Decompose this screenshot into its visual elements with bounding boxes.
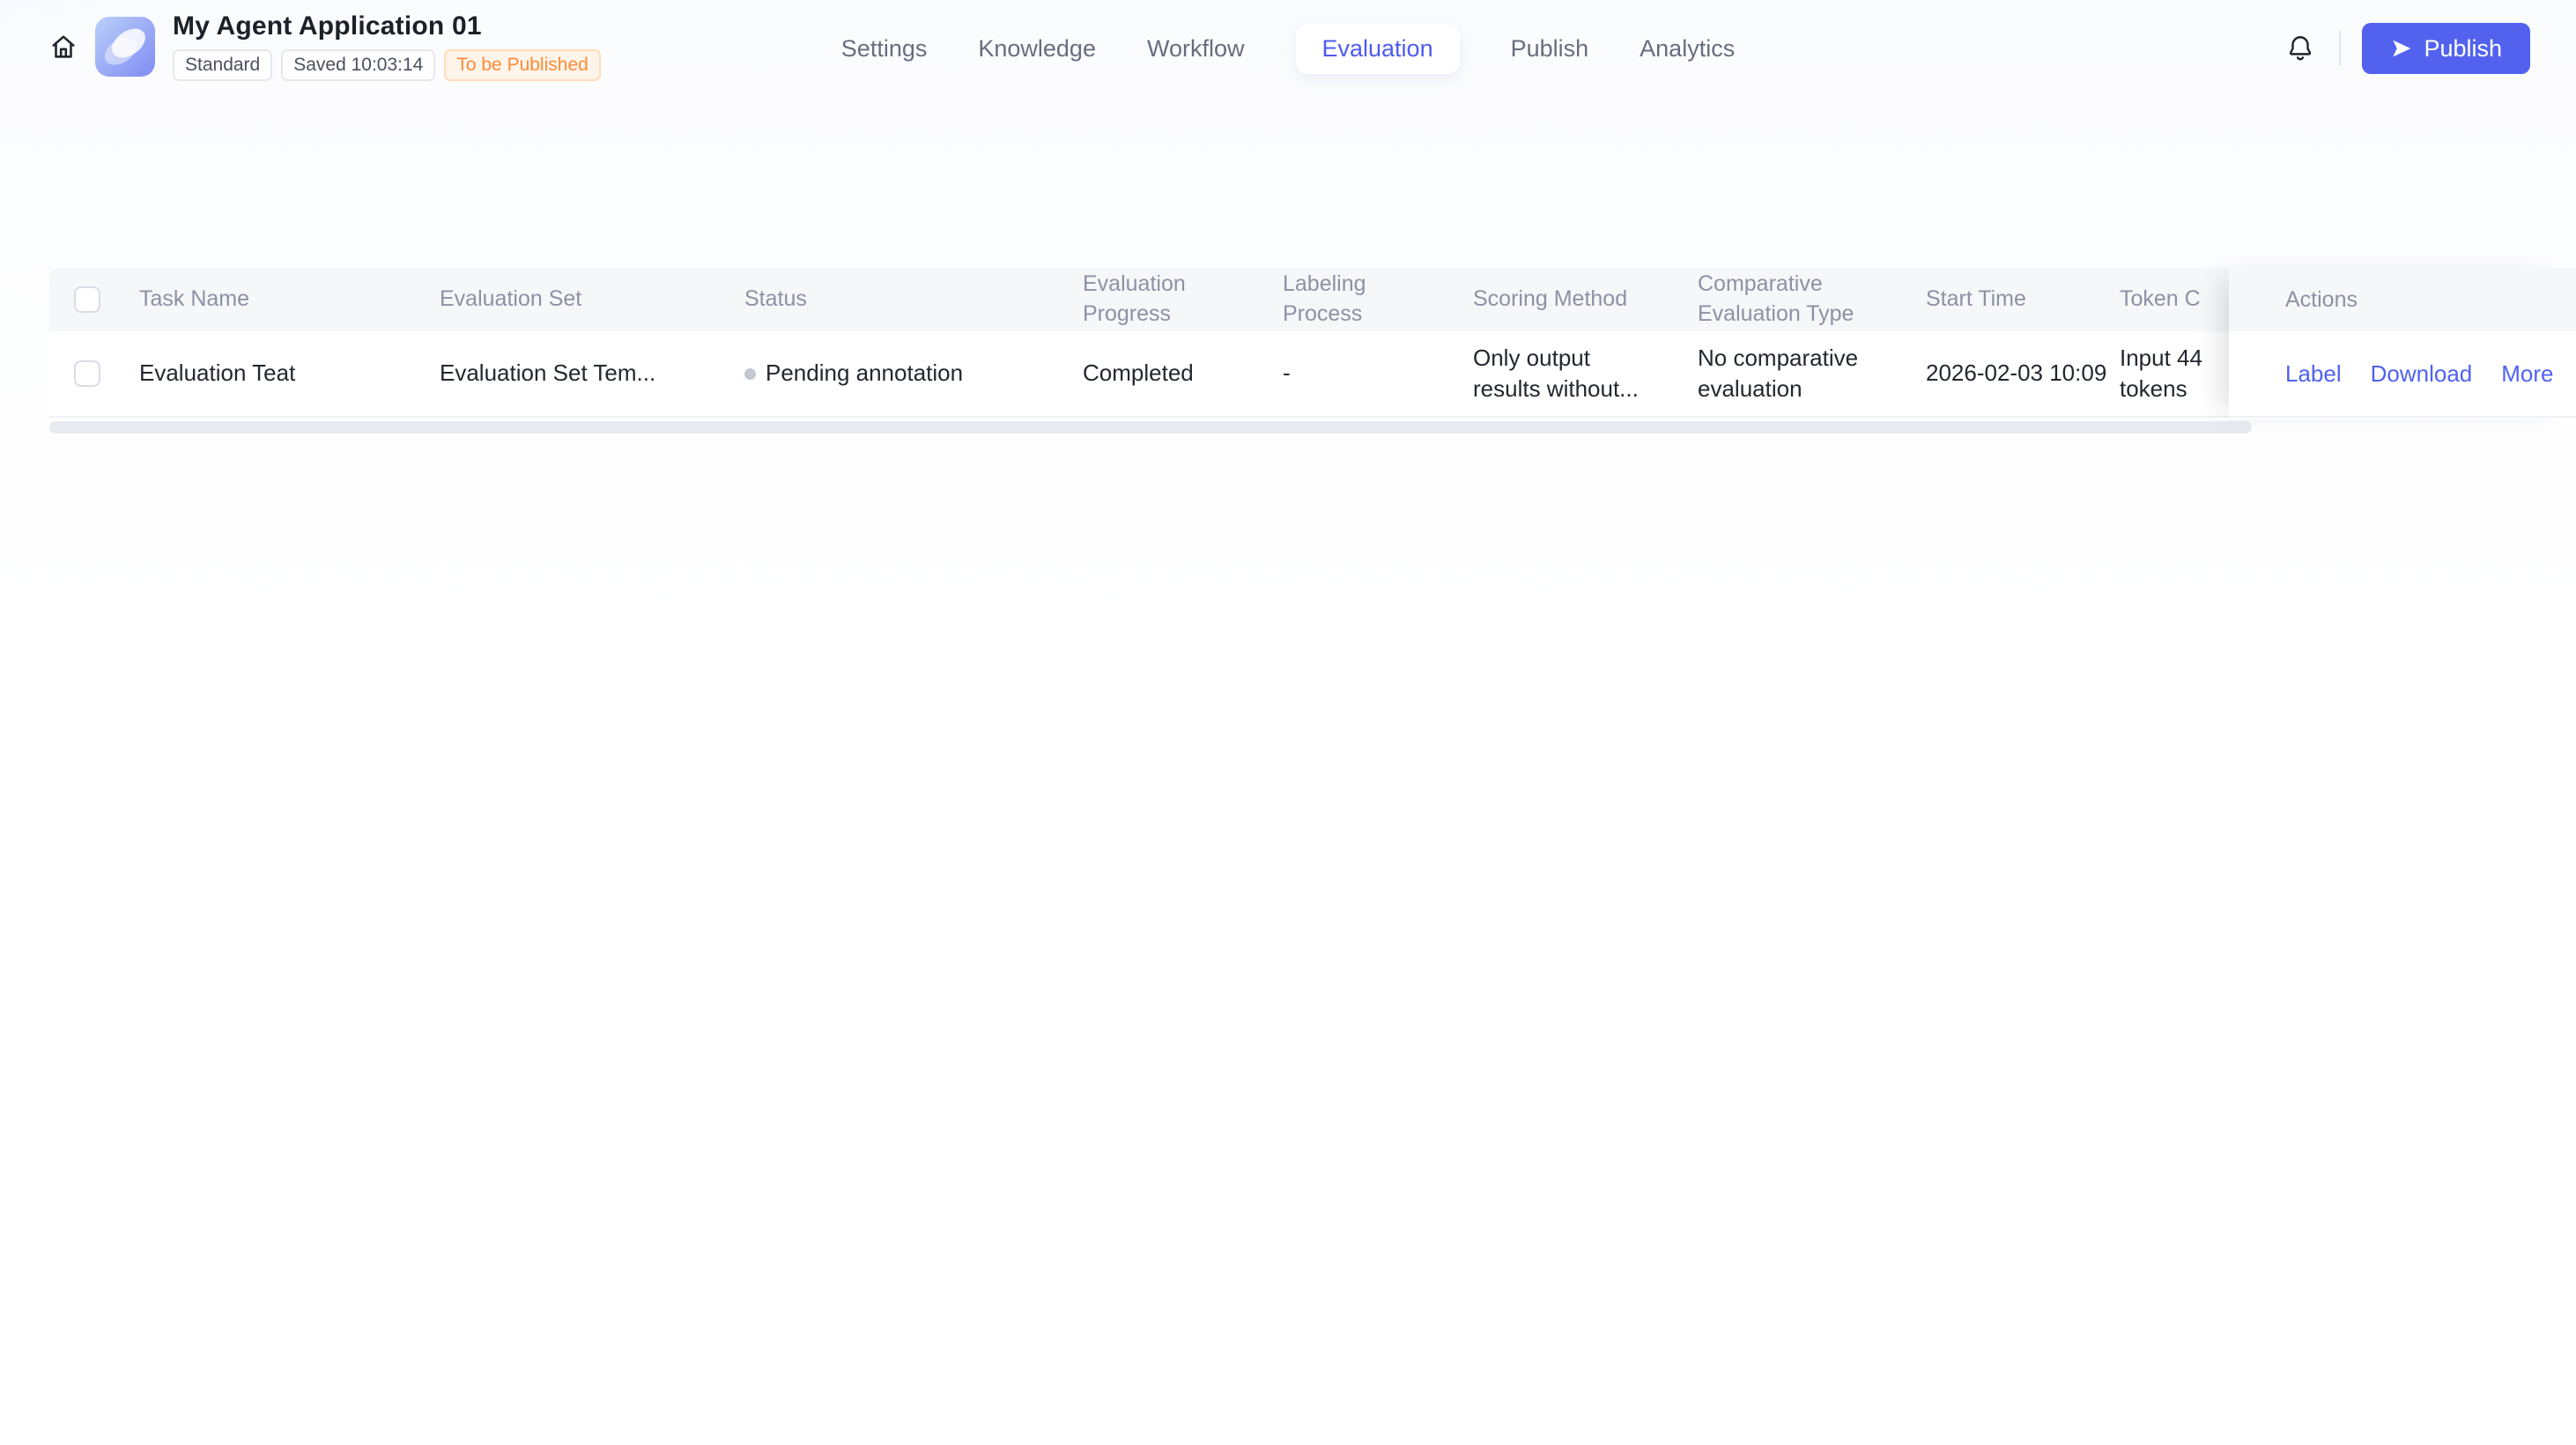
comparative-evaluation-text: No comparative evaluation: [1698, 344, 1859, 402]
cell-evaluation-set: Evaluation Set Tem...: [440, 359, 656, 387]
app-title: My Agent Application 01: [173, 11, 482, 41]
status-text: Pending annotation: [766, 359, 964, 387]
col-evaluation-set: Evaluation Set: [440, 286, 582, 312]
nav-tab-knowledge[interactable]: Knowledge: [978, 35, 1096, 63]
cell-status: Pending annotation: [744, 358, 1083, 389]
nav-tab-workflow[interactable]: Workflow: [1147, 35, 1245, 63]
notification-bell-icon[interactable]: [2283, 31, 2318, 66]
cell-start-time: 2026-02-03 10:09: [1926, 359, 2107, 387]
app-root: My Agent Application 01 Standard Saved 1…: [0, 0, 2576, 1445]
cell-labeling-process: -: [1283, 359, 1291, 387]
col-start-time: Start Time: [1926, 286, 2026, 312]
header-left: My Agent Application 01 Standard Saved 1…: [46, 11, 601, 81]
evaluation-task-table: Task Name Evaluation Set Status Evaluati…: [49, 268, 2576, 434]
status-dot-icon: [744, 367, 756, 380]
app-logo: [95, 16, 155, 77]
publish-status-badge: To be Published: [444, 49, 601, 81]
download-action-link[interactable]: Download: [2371, 360, 2473, 388]
col-status: Status: [744, 286, 807, 312]
home-icon[interactable]: [46, 29, 81, 64]
cell-evaluation-progress: Completed: [1083, 359, 1194, 387]
col-labeling-process: Labeling Process: [1283, 271, 1366, 326]
app-header: My Agent Application 01 Standard Saved 1…: [0, 0, 2576, 97]
col-actions: Actions: [2229, 268, 2576, 331]
actions-sticky-column: Actions Label Download More: [2229, 268, 2576, 419]
badges-row: Standard Saved 10:03:14 To be Published: [173, 49, 601, 81]
row-actions: Label Download More: [2229, 331, 2576, 418]
cell-task-name: Evaluation Teat: [139, 359, 296, 387]
col-comparative-evaluation-type: Comparative Evaluation Type: [1698, 271, 1854, 326]
horizontal-scrollbar[interactable]: [49, 421, 2252, 434]
header-divider: [2339, 31, 2342, 66]
more-action-link[interactable]: More: [2501, 360, 2553, 388]
table-header-row: Task Name Evaluation Set Status Evaluati…: [49, 268, 2576, 331]
nav-tab-settings[interactable]: Settings: [841, 35, 928, 63]
col-scoring-method: Scoring Method: [1473, 286, 1628, 312]
main-nav: Settings Knowledge Workflow Evaluation P…: [841, 0, 1735, 97]
background-gradient: [0, 0, 2576, 1445]
nav-tab-analytics[interactable]: Analytics: [1640, 35, 1735, 63]
nav-tab-evaluation[interactable]: Evaluation: [1295, 23, 1460, 74]
publish-button[interactable]: Publish: [2362, 23, 2530, 74]
header-checkbox-cell: [49, 286, 139, 313]
plan-badge: Standard: [173, 49, 273, 81]
saved-time-badge: Saved 10:03:14: [281, 49, 436, 81]
table-row: Evaluation Teat Evaluation Set Tem... Pe…: [49, 331, 2576, 418]
cell-comparative-evaluation-type: No comparative evaluation: [1698, 343, 1926, 404]
scoring-method-text: Only output results without...: [1473, 344, 1639, 402]
row-checkbox-cell: [49, 360, 139, 387]
token-consumption-text: Input 44 tokens: [2120, 344, 2202, 402]
select-all-checkbox[interactable]: [74, 286, 100, 313]
col-evaluation-progress: Evaluation Progress: [1083, 271, 1186, 326]
row-checkbox[interactable]: [74, 360, 100, 387]
header-right: Publish: [2283, 0, 2530, 97]
send-icon: [2393, 40, 2411, 57]
publish-button-label: Publish: [2424, 34, 2502, 62]
label-action-link[interactable]: Label: [2285, 360, 2342, 388]
col-task-name: Task Name: [139, 286, 250, 312]
title-block: My Agent Application 01 Standard Saved 1…: [173, 11, 601, 81]
cell-scoring-method: Only output results without...: [1473, 343, 1698, 404]
nav-tab-publish[interactable]: Publish: [1511, 35, 1589, 63]
